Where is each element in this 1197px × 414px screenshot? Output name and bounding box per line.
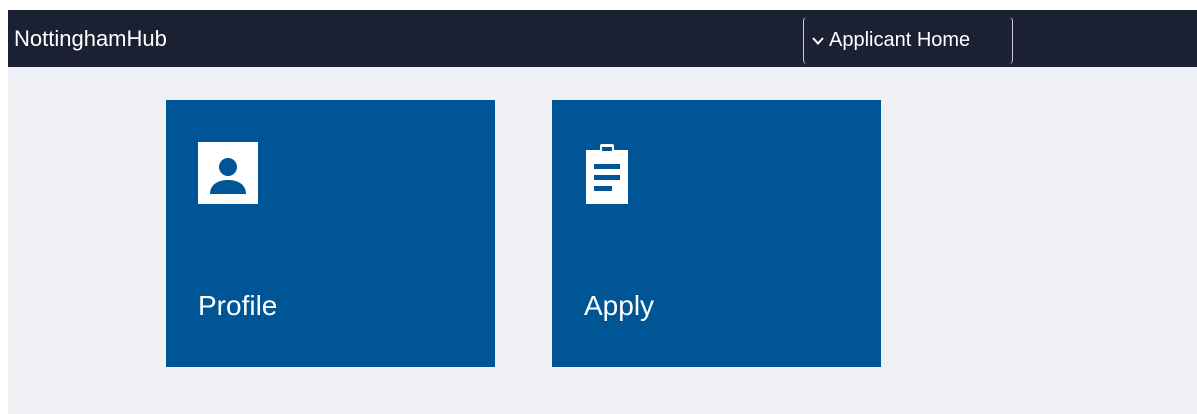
brand-title: NottinghamHub [14,26,167,51]
profile-tile-label: Profile [198,290,278,321]
top-header-bar: NottinghamHub Applicant Home [8,10,1197,67]
person-icon [198,142,258,204]
chevron-down-icon [812,36,824,45]
profile-tile[interactable]: Profile [166,100,495,367]
apply-tile[interactable]: Apply [552,100,881,367]
page-frame: NottinghamHub Applicant Home Profile App… [8,10,1197,414]
applicant-home-dropdown[interactable]: Applicant Home [803,17,1013,64]
clipboard-icon [586,144,628,204]
apply-tile-label: Apply [584,290,655,321]
dropdown-label: Applicant Home [829,29,971,51]
